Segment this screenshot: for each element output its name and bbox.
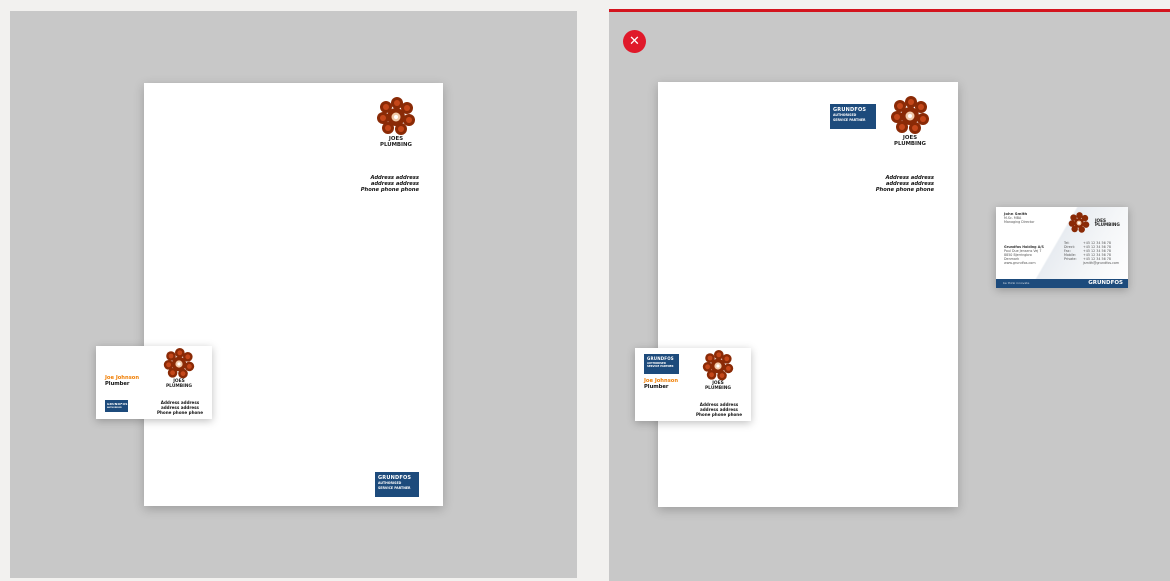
phone-line: Phone phone phone xyxy=(875,187,934,194)
card-person: Joe Johnson Plumber xyxy=(105,375,139,387)
letterhead-sheet: GRUNDFOS AUTHORISED SERVICE PARTNER JOES xyxy=(658,82,958,507)
gf-contact-label: Private: xyxy=(1064,257,1077,262)
card-address-block: Address address address address Phone ph… xyxy=(694,402,744,417)
pipes-logo-icon xyxy=(1068,212,1090,233)
company-name: JOES PLUMBING xyxy=(1095,218,1120,228)
close-button[interactable]: ✕ xyxy=(623,30,646,53)
company-name-line2: PLUMBING xyxy=(704,385,732,391)
left-preview-panel: JOES PLUMBING Address address address ad… xyxy=(10,11,577,578)
close-icon: ✕ xyxy=(629,34,640,49)
grundfos-partner-badge: GRUNDFOS AUTHORISED xyxy=(105,400,128,412)
badge-subtitle: SERVICE PARTNER xyxy=(378,485,411,490)
gf-footer-brand: GRUNDFOS xyxy=(1088,280,1123,286)
person-role: Plumber xyxy=(105,381,130,387)
company-name-line2: PLUMBING xyxy=(165,383,193,389)
joes-plumbing-logo: JOES PLUMBING xyxy=(886,96,934,147)
pipes-logo-icon xyxy=(891,96,929,134)
gf-contact-labels: Tel: Direct: Fax: Mobile: Private: xyxy=(1064,241,1077,261)
joes-plumbing-logo: JOES PLUMBING xyxy=(159,348,199,389)
address-block: Address address address address Phone ph… xyxy=(876,175,934,194)
company-name-line2: PLUMBING xyxy=(894,140,926,147)
joes-plumbing-logo: JOES PLUMBING xyxy=(372,97,420,148)
badge-subtitle: SERVICE PARTNER xyxy=(833,117,866,122)
joes-plumbing-logo: JOES PLUMBING xyxy=(698,350,738,391)
person-role: Plumber xyxy=(644,384,669,390)
card-person: Joe Johnson Plumber xyxy=(644,378,678,390)
badge-brand: GRUNDFOS xyxy=(107,402,128,406)
gf-slogan: be think innovate xyxy=(1003,281,1030,285)
company-name-line2: PLUMBING xyxy=(380,141,412,148)
gf-person-title: Managing Director xyxy=(1004,220,1035,225)
gf-website: www.grundfos.com xyxy=(1004,261,1036,266)
gf-contact-values: +45 12 34 56 78 +45 12 34 56 78 +45 12 3… xyxy=(1083,241,1119,266)
company-name: JOES PLUMBING xyxy=(159,379,199,389)
letterhead-sheet: JOES PLUMBING Address address address ad… xyxy=(144,83,443,506)
business-card: GRUNDFOS AUTHORISED SERVICE PARTNER JOES xyxy=(635,348,751,421)
badge-subtitle: AUTHORISED xyxy=(107,407,122,409)
pipes-logo-icon xyxy=(377,97,415,135)
phone-line: Phone phone phone xyxy=(696,412,742,417)
company-name-line2: PLUMBING xyxy=(1095,222,1120,227)
card-address-block: Address address address address Phone ph… xyxy=(155,400,205,415)
badge-brand: GRUNDFOS xyxy=(647,356,674,361)
company-name: JOES PLUMBING xyxy=(372,136,420,148)
company-name: JOES PLUMBING xyxy=(698,381,738,391)
pipes-logo-icon xyxy=(702,350,734,381)
address-block: Address address address address Phone ph… xyxy=(361,175,419,194)
grundfos-partner-badge: GRUNDFOS AUTHORISED SERVICE PARTNER xyxy=(644,354,679,374)
business-card: JOES PLUMBING Joe Johnson Plumber Addres… xyxy=(96,346,212,419)
grundfos-partner-badge: GRUNDFOS AUTHORISED SERVICE PARTNER xyxy=(375,472,419,497)
gf-company-block: Grundfos Holding A/S Poul Due Jensens Ve… xyxy=(1004,245,1044,265)
gf-card-footer: be think innovate GRUNDFOS xyxy=(996,279,1128,288)
badge-subtitle: SERVICE PARTNER xyxy=(647,365,674,369)
company-name: JOES PLUMBING xyxy=(886,135,934,147)
grundfos-partner-badge: GRUNDFOS AUTHORISED SERVICE PARTNER xyxy=(830,104,876,129)
gf-email: jsmith@grundfos.com xyxy=(1083,261,1120,266)
joes-plumbing-logo: JOES PLUMBING xyxy=(1066,212,1122,234)
phone-line: Phone phone phone xyxy=(157,410,203,415)
gf-person: John Smith M.Sc. MBA Managing Director xyxy=(1004,211,1035,225)
right-preview-panel: ✕ GRUNDFOS AUTHORISED SERVICE PARTNER JO… xyxy=(609,9,1170,581)
grundfos-business-card: John Smith M.Sc. MBA Managing Director J… xyxy=(996,207,1128,288)
pipes-logo-icon xyxy=(163,348,195,379)
phone-line: Phone phone phone xyxy=(360,187,419,194)
